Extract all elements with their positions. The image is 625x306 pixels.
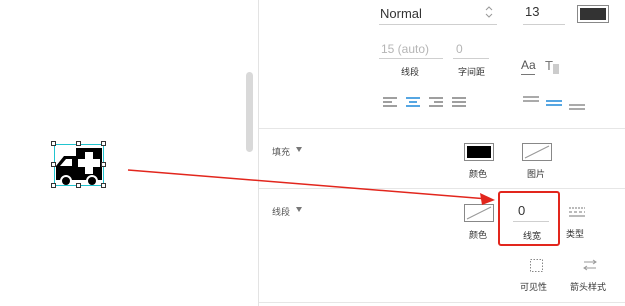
design-canvas[interactable] bbox=[0, 0, 258, 306]
text-style-shadow bbox=[553, 64, 559, 74]
fill-color-label: 颜色 bbox=[469, 170, 488, 180]
dashed-line-type-icon[interactable] bbox=[569, 207, 585, 217]
letter-spacing-input[interactable]: 0 bbox=[456, 42, 463, 56]
line-height-label: 线段 bbox=[401, 68, 420, 78]
stroke-section-label: 线段 bbox=[272, 208, 291, 218]
font-family-select[interactable]: Normal bbox=[379, 2, 497, 24]
highlight-box bbox=[498, 191, 560, 246]
resize-handle-tl[interactable] bbox=[51, 141, 56, 146]
no-image-icon bbox=[524, 145, 550, 159]
resize-handle-bl[interactable] bbox=[51, 183, 56, 188]
align-justify-icon[interactable] bbox=[452, 97, 466, 109]
font-size-input[interactable]: 13 bbox=[525, 4, 539, 19]
properties-panel: Normal 13 15 (auto) 线段 0 字间距 Aa T 填充 颜色 … bbox=[258, 0, 625, 306]
chevron-updown-icon bbox=[485, 6, 493, 18]
visibility-label: 可见性 bbox=[520, 283, 548, 293]
valign-bottom-icon[interactable] bbox=[569, 104, 585, 112]
fill-image-swatch[interactable] bbox=[522, 143, 552, 161]
align-left-icon[interactable] bbox=[383, 97, 397, 109]
text-style-icon[interactable]: T bbox=[545, 58, 553, 73]
no-stroke-color-icon bbox=[466, 206, 492, 220]
font-family-value: Normal bbox=[380, 6, 422, 21]
line-height-input[interactable]: 15 (auto) bbox=[381, 42, 429, 56]
stroke-color-swatch[interactable] bbox=[464, 204, 494, 222]
resize-handle-bm[interactable] bbox=[76, 183, 81, 188]
resize-handle-br[interactable] bbox=[101, 183, 106, 188]
selection-box bbox=[54, 144, 104, 186]
fill-color-swatch[interactable] bbox=[464, 143, 494, 161]
visibility-icon[interactable] bbox=[530, 259, 543, 272]
fill-expand-chevron-icon[interactable] bbox=[296, 147, 302, 152]
valign-middle-icon[interactable] bbox=[546, 100, 562, 108]
align-right-icon[interactable] bbox=[429, 97, 443, 109]
stroke-color-label: 颜色 bbox=[469, 231, 488, 241]
text-case-icon[interactable]: Aa bbox=[521, 58, 536, 72]
valign-top-icon[interactable] bbox=[523, 96, 539, 104]
text-color-fill bbox=[580, 8, 606, 20]
align-center-icon[interactable] bbox=[406, 97, 420, 109]
canvas-scrollbar[interactable] bbox=[246, 72, 253, 152]
fill-section-label: 填充 bbox=[272, 148, 291, 158]
arrow-style-label: 箭头样式 bbox=[570, 283, 607, 293]
stroke-type-label: 类型 bbox=[566, 230, 585, 240]
resize-handle-tm[interactable] bbox=[76, 141, 81, 146]
text-color-swatch[interactable] bbox=[577, 5, 609, 23]
resize-handle-mr[interactable] bbox=[101, 162, 106, 167]
letter-spacing-label: 字间距 bbox=[458, 68, 486, 78]
fill-color-fill bbox=[467, 146, 491, 158]
stroke-expand-chevron-icon[interactable] bbox=[296, 207, 302, 212]
fill-image-label: 图片 bbox=[527, 170, 546, 180]
resize-handle-tr[interactable] bbox=[101, 141, 106, 146]
arrow-style-icon[interactable] bbox=[582, 259, 598, 271]
resize-handle-ml[interactable] bbox=[51, 162, 56, 167]
